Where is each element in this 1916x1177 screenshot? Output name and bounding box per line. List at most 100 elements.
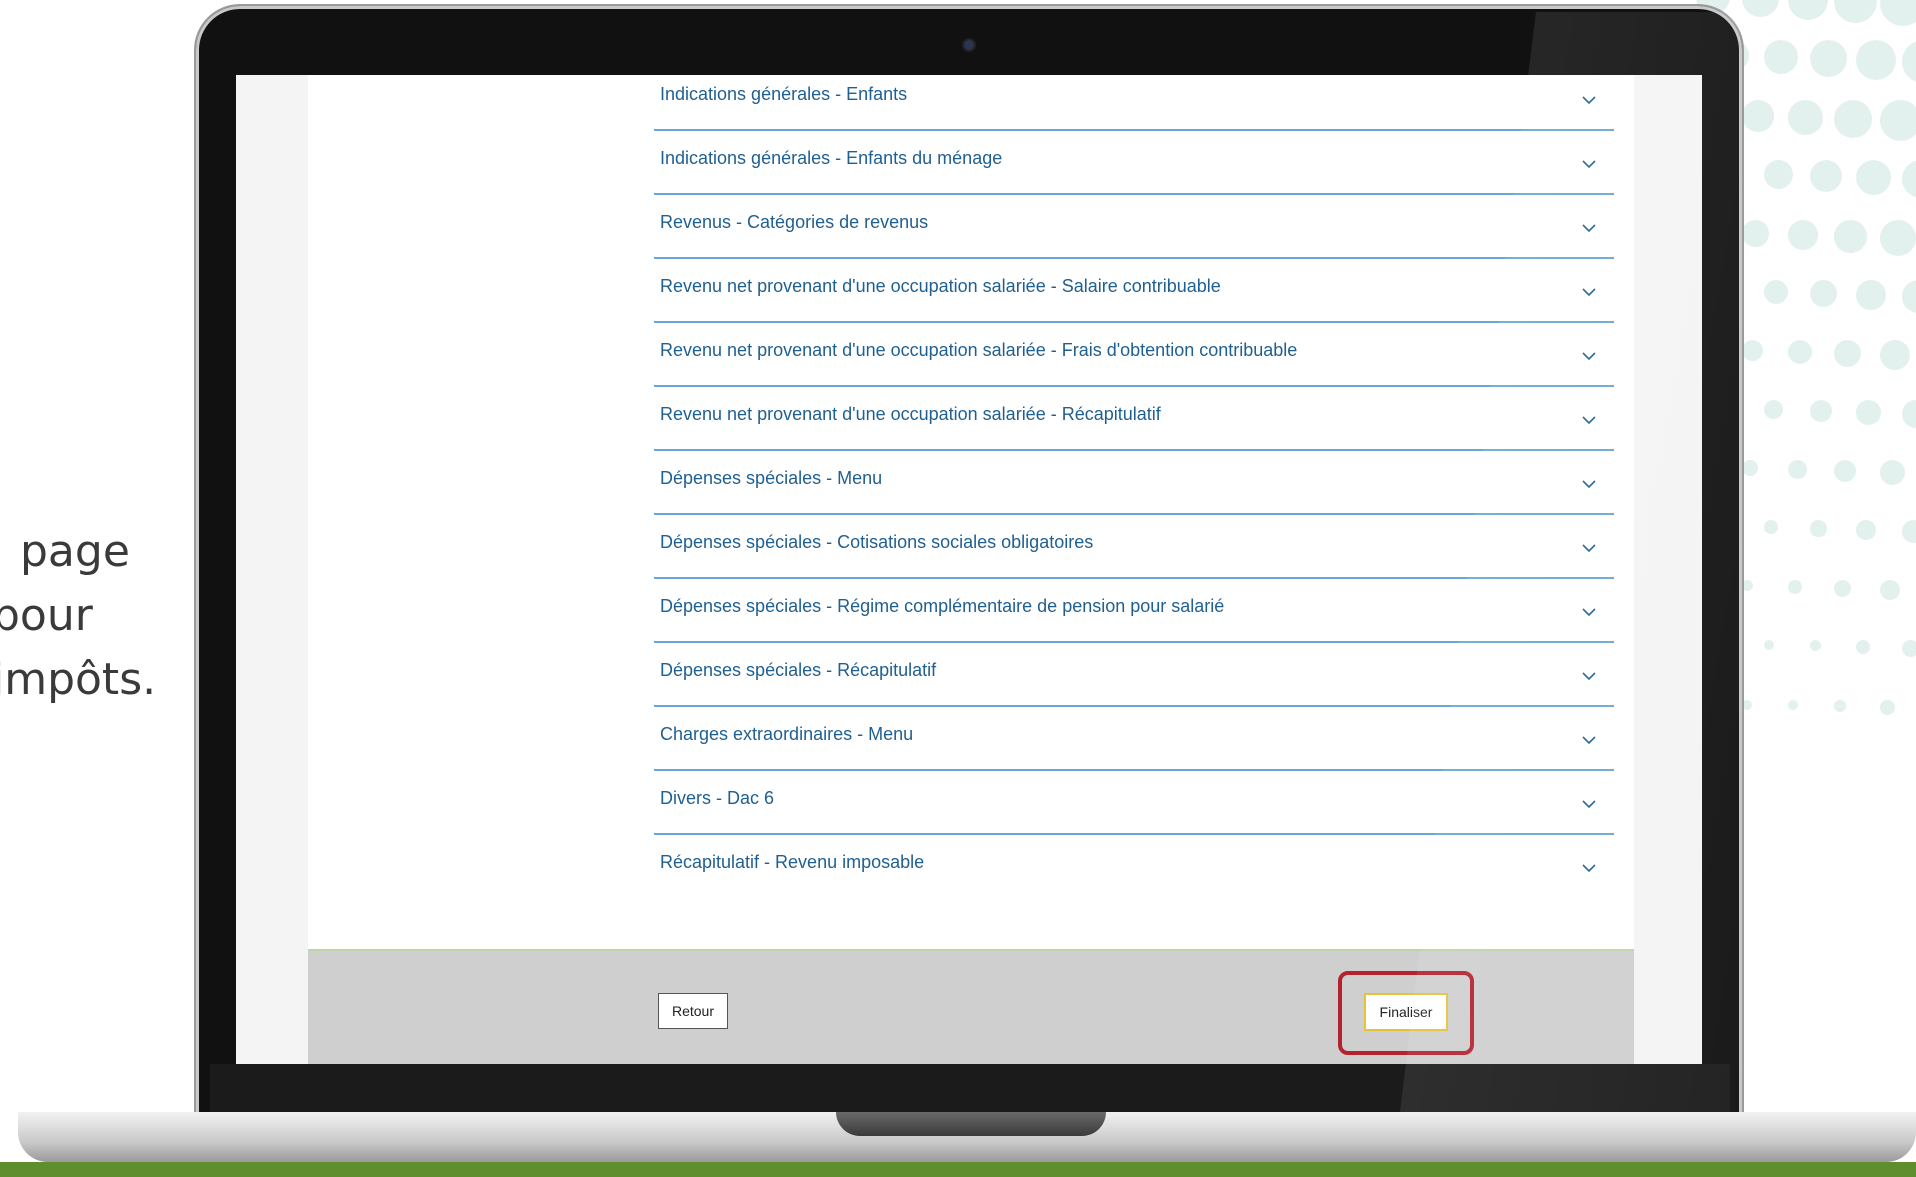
decorative-dot [1834,340,1862,368]
decorative-dot [1880,0,1916,26]
chevron-down-icon [1582,544,1596,553]
decorative-dot [1880,700,1895,715]
accordion-item[interactable]: Revenu net provenant d'une occupation sa… [654,387,1614,451]
accordion-item[interactable]: Revenu net provenant d'une occupation sa… [654,323,1614,387]
decorative-dot [1880,100,1916,141]
accordion-item-label: Charges extraordinaires - Menu [660,724,914,744]
decorative-dot [1902,280,1916,313]
decorative-dot [1834,460,1857,483]
decorative-dot [1764,160,1794,190]
chevron-down-icon [1582,736,1596,745]
accordion-item[interactable]: Revenus - Catégories de revenus [654,195,1614,259]
accordion-item-label: Revenu net provenant d'une occupation sa… [660,276,1221,296]
decorative-dot [1856,400,1881,425]
decorative-dot [1742,340,1764,362]
chevron-down-icon [1582,480,1596,489]
decorative-dot [1902,640,1916,658]
decorative-dot [1856,640,1871,655]
decorative-dot [1742,0,1779,17]
form-footer: Retour Finaliser [308,949,1634,1064]
caption-line: impôts. [0,654,157,705]
section-accordion: Indications générales - Enfants Indicati… [654,75,1614,897]
decorative-dot [1856,280,1886,310]
decorative-dot [1764,40,1799,75]
decorative-dot [1742,580,1753,591]
decorative-dot [1810,640,1822,652]
chevron-down-icon [1582,352,1596,361]
accordion-item[interactable]: Indications générales - Enfants [654,75,1614,131]
decorative-dot [1902,160,1916,199]
decorative-dot [1880,460,1906,486]
decorative-dot [1834,0,1877,23]
decorative-dot [1764,400,1783,419]
decorative-dot [1788,700,1798,710]
decorative-dot [1856,160,1892,196]
chevron-down-icon [1582,416,1596,425]
laptop-notch [836,1112,1106,1136]
chevron-down-icon [1582,800,1596,809]
decorative-dot [1834,700,1846,712]
laptop-screen: Indications générales - Enfants Indicati… [236,75,1702,1064]
decorative-dot [1810,160,1843,193]
chevron-down-icon [1582,288,1596,297]
accordion-item-label: Dépenses spéciales - Menu [660,468,883,488]
decorative-dot [1788,0,1828,20]
accordion-item[interactable]: Indications générales - Enfants du ménag… [654,131,1614,195]
decorative-dot [1764,640,1774,650]
decorative-dot [1902,40,1916,84]
decorative-dot [1788,460,1808,480]
accordion-item-label: Dépenses spéciales - Cotisations sociale… [660,532,1094,552]
caption-line: page [20,526,130,577]
decorative-dot [1764,520,1778,534]
ground-strip [0,1162,1916,1177]
accordion-item[interactable]: Revenu net provenant d'une occupation sa… [654,259,1614,323]
decorative-dot [1788,340,1813,365]
accordion-item[interactable]: Dépenses spéciales - Récapitulatif [654,643,1614,707]
accordion-item[interactable]: Dépenses spéciales - Cotisations sociale… [654,515,1614,579]
accordion-item-label: Indications générales - Enfants [660,84,908,104]
decorative-dot [1788,220,1818,250]
chevron-down-icon [1582,96,1596,105]
back-button[interactable]: Retour [658,993,728,1029]
chevron-down-icon [1582,224,1596,233]
caption-text: page pour impôts. [0,520,156,712]
accordion-item[interactable]: Dépenses spéciales - Menu [654,451,1614,515]
accordion-item-label: Divers - Dac 6 [660,788,775,808]
decorative-dot [1810,520,1827,537]
accordion-item[interactable]: Charges extraordinaires - Menu [654,707,1614,771]
decorative-dot [1834,100,1872,138]
decorative-dot [1742,100,1774,132]
web-page: Indications générales - Enfants Indicati… [308,75,1634,1064]
chevron-down-icon [1582,672,1596,681]
finalize-button[interactable]: Finaliser [1364,993,1448,1031]
accordion-item[interactable]: Divers - Dac 6 [654,771,1614,835]
accordion-item-label: Revenus - Catégories de revenus [660,212,929,232]
decorative-dot [1788,100,1823,135]
decorative-dot [1902,400,1916,428]
decorative-dot [1810,40,1848,78]
camera-icon [964,40,974,50]
accordion-item-label: Revenu net provenant d'une occupation sa… [660,340,1298,360]
accordion-item-label: Revenu net provenant d'une occupation sa… [660,404,1161,424]
decorative-dot [1880,580,1900,600]
accordion-item[interactable]: Récapitulatif - Revenu imposable [654,835,1614,897]
decorative-dot [1788,580,1802,594]
accordion-item-label: Indications générales - Enfants du ménag… [660,148,1003,168]
chevron-down-icon [1582,608,1596,617]
decorative-dot [1834,220,1867,253]
decorative-dot [1880,340,1911,371]
accordion-item-label: Dépenses spéciales - Régime complémentai… [660,596,1225,616]
decorative-dot [1742,700,1752,710]
chevron-down-icon [1582,160,1596,169]
decorative-dot [1834,580,1851,597]
decorative-dot [1764,280,1788,304]
decorative-dot [1856,520,1876,540]
decorative-dot [1810,280,1837,307]
decorative-dot [1880,220,1916,256]
decorative-dot [1742,460,1759,477]
decorative-dot [1902,520,1916,543]
caption-line: pour [0,590,93,641]
chevron-down-icon [1582,864,1596,873]
accordion-item[interactable]: Dépenses spéciales - Régime complémentai… [654,579,1614,643]
decorative-dot [1810,400,1832,422]
